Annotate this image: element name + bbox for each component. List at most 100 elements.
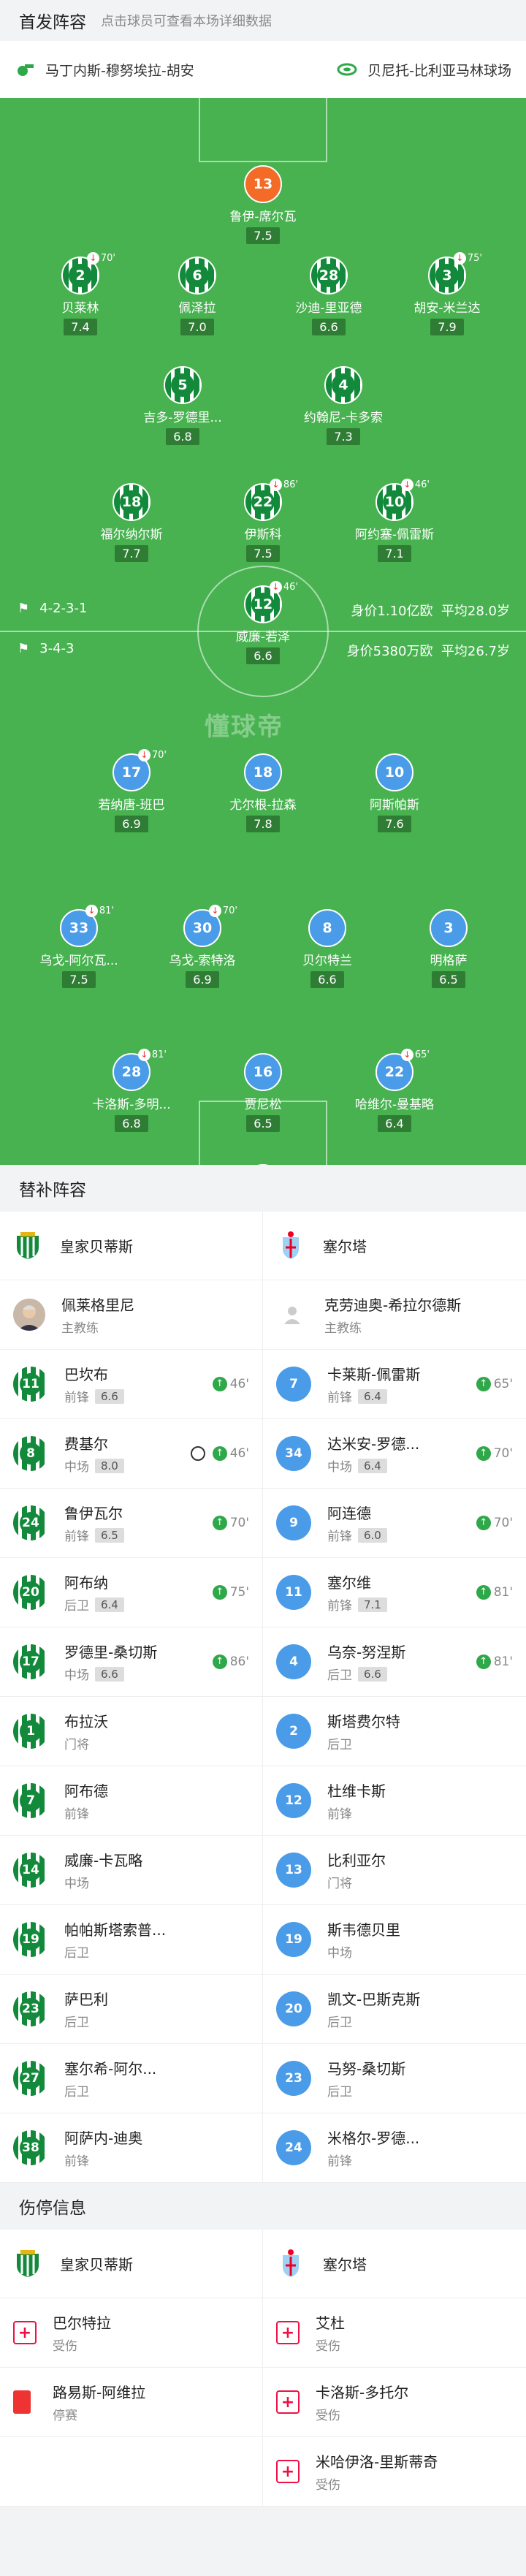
pitch-player-away[interactable]: 22 ↓ 65' 哈维尔-曼基略 6.4 — [332, 1049, 457, 1132]
player-rating: 7.1 — [378, 545, 411, 562]
home-coach-row[interactable]: 佩莱格里尼 主教练 — [0, 1280, 263, 1350]
player-rating: 8.0 — [95, 1458, 124, 1473]
player-badge: 2 ↓ 70' — [61, 252, 115, 295]
sub-player-away[interactable]: 24 米格尔-罗德... 前锋 — [263, 2113, 526, 2183]
player-position: 后卫 — [64, 1946, 89, 1961]
pitch-player-away[interactable]: 8 贝尔特兰 6.6 — [265, 909, 389, 988]
player-position: 前锋 — [64, 1391, 89, 1405]
sub-player-home[interactable]: 7 阿布德 前锋 — [0, 1766, 263, 1836]
sub-player-away[interactable]: 9 阿连德 前锋 6.0 ↑ 70' — [263, 1489, 526, 1558]
pitch-player-away[interactable]: 33 ↓ 81' 乌戈-阿尔瓦... 7.5 — [17, 905, 141, 988]
sub-player-home[interactable]: 8 费基尔 中场 8.0 ↑ 46' — [0, 1419, 263, 1489]
player-badge: 3 — [430, 909, 468, 947]
pitch-player-home[interactable]: 2 ↓ 70' 贝莱林 7.4 — [18, 252, 142, 335]
player-number: 13 — [244, 165, 282, 203]
player-name: 马努-桑切斯 — [327, 2060, 406, 2078]
sub-player-home[interactable]: 24 鲁伊瓦尔 前锋 6.5 ↑ 70' — [0, 1489, 263, 1558]
sub-player-home[interactable]: 27 塞尔希-阿尔... 后卫 — [0, 2044, 263, 2113]
player-number: 18 — [244, 753, 282, 791]
player-badge: 18 — [113, 483, 150, 521]
pitch-player-away[interactable]: 16 贾尼松 6.5 — [201, 1053, 325, 1132]
sub-player-away[interactable]: 13 比利亚尔 门将 — [263, 1836, 526, 1905]
player-number: 6 — [178, 257, 216, 295]
injury-row[interactable]: + 卡洛斯-多托尔 受伤 — [263, 2368, 526, 2437]
sub-player-home[interactable]: 38 阿萨内-迪奥 前锋 — [0, 2113, 263, 2183]
pitch-player-home[interactable]: 10 ↓ 46' 阿约塞-佩雷斯 7.1 — [332, 479, 457, 562]
pitch-player-home[interactable]: 13 鲁伊-席尔瓦 7.5 — [201, 165, 325, 244]
sub-player-home[interactable]: 23 萨巴利 后卫 — [0, 1975, 263, 2044]
pitch-player-home[interactable]: 6 佩泽拉 7.0 — [135, 257, 259, 335]
sub-player-home[interactable]: 11 巴坎布 前锋 6.6 ↑ 46' — [0, 1350, 263, 1419]
sub-player-away[interactable]: 19 斯韦德贝里 中场 — [263, 1905, 526, 1975]
injury-row[interactable]: + 巴尔特拉 受伤 — [0, 2298, 263, 2368]
sub-player-away[interactable]: 7 卡莱斯-佩雷斯 前锋 6.4 ↑ 65' — [263, 1350, 526, 1419]
pitch-player-away[interactable]: 25瓜伊塔6.2 — [201, 1164, 325, 1165]
player-number: 3 — [430, 909, 468, 947]
player-name: 明格萨 — [430, 954, 468, 968]
pitch-player-home[interactable]: 28 沙迪-里亚德 6.6 — [267, 257, 391, 335]
sub-player-away[interactable]: 23 马努-桑切斯 后卫 — [263, 2044, 526, 2113]
player-name: 卡莱斯-佩雷斯 — [327, 1366, 421, 1383]
pitch-player-home[interactable]: 22 ↓ 86' 伊斯科 7.5 — [201, 479, 325, 562]
medical-kit-icon: + — [13, 2321, 37, 2344]
injury-row[interactable]: 路易斯-阿维拉 停赛 — [0, 2368, 263, 2437]
sub-player-home[interactable]: 19 帕帕斯塔索普... 后卫 — [0, 1905, 263, 1975]
stadium-icon — [337, 63, 357, 76]
pitch-player-home[interactable]: 12 ↓ 46' 威廉-若泽 6.6 — [201, 581, 325, 664]
player-name: 鲁伊-席尔瓦 — [229, 210, 297, 224]
away-coach-row[interactable]: 克劳迪奥-希拉尔德斯 主教练 — [263, 1280, 526, 1350]
sub-off-indicator: ↓ 70' — [208, 905, 237, 917]
player-badge: 16 — [244, 1053, 282, 1091]
player-number: 8 — [308, 909, 346, 947]
player-name: 比利亚尔 — [327, 1852, 386, 1869]
sub-player-home[interactable]: 14 威廉-卡瓦略 中场 — [0, 1836, 263, 1905]
player-name: 斯塔费尔特 — [327, 1713, 400, 1730]
sub-player-away[interactable]: 2 斯塔费尔特 后卫 — [263, 1697, 526, 1766]
subs-grid: 皇家贝蒂斯 塞尔塔 佩莱格里尼 主教练 克劳迪奥-希拉尔德斯 主教练 11 巴坎布 前锋… — [0, 1212, 526, 2183]
player-name: 贾尼松 — [244, 1098, 282, 1112]
subs-header: 替补阵容 — [0, 1165, 526, 1212]
pitch-player-home[interactable]: 5 吉多-罗德里... 6.8 — [121, 366, 245, 445]
sub-player-away[interactable]: 4 乌奈-努涅斯 后卫 6.6 ↑ 81' — [263, 1627, 526, 1697]
pitch-player-away[interactable]: 28 ↓ 81' 卡洛斯-多明... 6.8 — [69, 1049, 194, 1132]
sub-player-home[interactable]: 17 罗德里-桑切斯 中场 6.6 ↑ 86' — [0, 1627, 263, 1697]
injury-row[interactable]: + 米哈伊洛-里斯蒂奇 受伤 — [263, 2437, 526, 2507]
sub-on-indicator: ↑ 75' — [212, 1585, 249, 1600]
player-rating: 6.5 — [432, 971, 465, 988]
sub-on-indicator: ↑ 81' — [476, 1654, 513, 1669]
sub-player-away[interactable]: 34 达米安-罗德... 中场 6.4 ↑ 70' — [263, 1419, 526, 1489]
sub-player-home[interactable]: 20 阿布纳 后卫 6.4 ↑ 75' — [0, 1558, 263, 1627]
home-team-row: 皇家贝蒂斯 — [0, 2230, 263, 2298]
injury-row[interactable]: + 艾杜 受伤 — [263, 2298, 526, 2368]
pitch-player-away[interactable]: 17 ↓ 70' 若纳唐-班巴 6.9 — [69, 749, 194, 832]
pitch-player-home[interactable]: 4 约翰尼-卡多索 7.3 — [281, 366, 405, 445]
goal-icon — [190, 1446, 205, 1461]
player-rating: 7.5 — [246, 545, 280, 562]
player-number: 8 — [13, 1436, 48, 1471]
pitch-player-away[interactable]: 10 阿斯帕斯 7.6 — [332, 753, 457, 832]
pitch-player-away[interactable]: 3 明格萨 6.5 — [386, 909, 511, 988]
sub-player-home[interactable]: 1 布拉沃 门将 — [0, 1697, 263, 1766]
pitch-player-away[interactable]: 18 尤尔根-拉森 7.8 — [201, 753, 325, 832]
section-hint: 点击球员可查看本场详细数据 — [101, 14, 272, 29]
sub-player-away[interactable]: 11 塞尔维 前锋 7.1 ↑ 81' — [263, 1558, 526, 1627]
sub-player-away[interactable]: 12 杜维卡斯 前锋 — [263, 1766, 526, 1836]
player-rating: 6.5 — [95, 1527, 124, 1543]
pitch-player-away[interactable]: 30 ↓ 70' 乌戈-索特洛 6.9 — [140, 905, 264, 988]
player-name: 鲁伊瓦尔 — [64, 1505, 123, 1522]
player-number: 9 — [276, 1505, 311, 1540]
player-badge: 22 ↓ 65' — [376, 1049, 430, 1091]
pitch-player-home[interactable]: 3 ↓ 75' 胡安-米兰达 7.9 — [385, 252, 509, 335]
pitch-player-home[interactable]: 18 福尔纳尔斯 7.7 — [69, 483, 194, 562]
player-number: 27 — [13, 2061, 48, 2096]
betis-logo-icon — [13, 1231, 42, 1261]
player-badge: 13 — [244, 165, 282, 203]
sub-off-icon: ↓ — [400, 479, 413, 491]
injuries-grid: 皇家贝蒂斯 塞尔塔 + 巴尔特拉 受伤 + 艾杜 受伤 路易斯-阿维拉 停赛 + 卡洛斯-多托尔受… — [0, 2230, 526, 2507]
sub-player-away[interactable]: 20 凯文-巴斯克斯 后卫 — [263, 1975, 526, 2044]
home-team-value: 身价1.10亿欧 平均28.0岁 — [351, 604, 510, 619]
absence-status: 受伤 — [53, 2339, 77, 2354]
player-name: 吉多-罗德里... — [143, 411, 222, 425]
sub-on-icon: ↑ — [212, 1585, 227, 1600]
player-rating: 6.9 — [186, 971, 219, 988]
